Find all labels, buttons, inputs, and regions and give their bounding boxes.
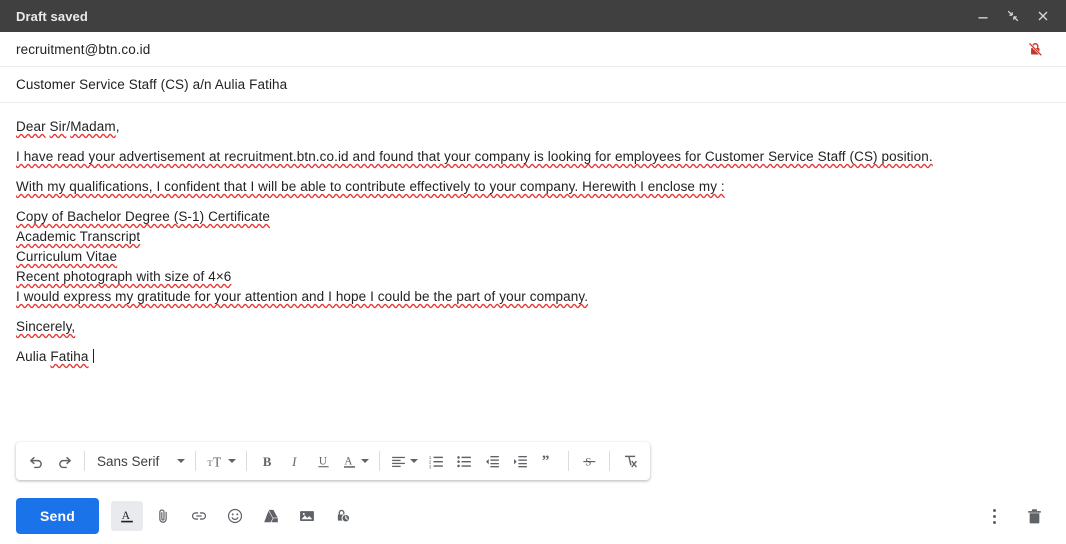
list-item: Copy of Bachelor Degree (S-1) Certificat… — [16, 209, 270, 224]
compose-action-bar: Send A — [0, 488, 1066, 544]
body-paragraph-1: I have read your advertisement at recrui… — [16, 149, 933, 164]
action-bar-right — [985, 501, 1050, 531]
draft-status-label: Draft saved — [16, 8, 88, 24]
dot — [993, 520, 996, 524]
strikethrough-button[interactable]: S — [575, 446, 603, 476]
body-signature: Aulia Fatiha — [16, 349, 89, 364]
list-item: I would express my gratitude for your at… — [16, 289, 589, 304]
compose-title-bar: Draft saved — [0, 0, 1066, 32]
list-item: Recent photograph with size of 4×6 — [16, 269, 232, 284]
undo-button[interactable] — [22, 446, 50, 476]
svg-text:T: T — [213, 454, 221, 469]
compose-window: Draft saved recruitment@btn.co.id Custom… — [0, 0, 1066, 544]
recipient-input[interactable]: recruitment@btn.co.id — [16, 42, 150, 57]
indent-less-button[interactable] — [478, 446, 506, 476]
svg-text:B: B — [263, 454, 272, 468]
subject-row[interactable]: Customer Service Staff (CS) a/n Aulia Fa… — [0, 67, 1066, 103]
close-button[interactable] — [1030, 3, 1056, 29]
indent-more-button[interactable] — [506, 446, 534, 476]
body-enclosure-list: Copy of Bachelor Degree (S-1) Certificat… — [16, 207, 1050, 307]
send-button[interactable]: Send — [16, 498, 100, 534]
confidential-off-icon[interactable] — [1026, 40, 1044, 58]
more-options-button[interactable] — [985, 505, 1004, 528]
svg-text:”: ” — [541, 453, 549, 470]
svg-text:A: A — [345, 455, 353, 467]
list-item: Curriculum Vitae — [16, 249, 118, 264]
toolbar-divider — [246, 451, 248, 471]
svg-text:I: I — [291, 454, 297, 468]
chevron-down-icon — [228, 459, 237, 463]
body-salutation: Dear Sir/Madam, — [16, 119, 120, 134]
remove-formatting-button[interactable] — [616, 446, 644, 476]
underline-button[interactable]: U — [309, 446, 337, 476]
insert-photo-button[interactable] — [291, 501, 323, 531]
body-paragraph-2: With my qualifications, I confident that… — [16, 179, 725, 194]
bold-button[interactable]: B — [253, 446, 281, 476]
toolbar-divider — [195, 451, 197, 471]
formatting-toolbar: Sans Serif T T B I U A 1 2 3 ” S — [16, 442, 651, 480]
chevron-down-icon — [361, 459, 370, 463]
text-cursor — [92, 349, 94, 363]
align-button[interactable] — [386, 446, 422, 476]
discard-draft-button[interactable] — [1018, 501, 1050, 531]
svg-text:A: A — [122, 509, 131, 522]
toolbar-divider — [379, 451, 381, 471]
italic-button[interactable]: I — [281, 446, 309, 476]
compose-tool-icons: A — [111, 501, 359, 531]
bulleted-list-button[interactable] — [450, 446, 478, 476]
text-size-button[interactable]: T T — [202, 446, 240, 476]
minimize-button[interactable] — [970, 3, 996, 29]
confidential-mode-button[interactable] — [327, 501, 359, 531]
text-color-button[interactable]: A — [337, 446, 373, 476]
list-item: Academic Transcript — [16, 229, 141, 244]
font-family-label: Sans Serif — [97, 453, 160, 469]
svg-text:3: 3 — [429, 464, 432, 469]
dot — [993, 514, 996, 518]
insert-link-button[interactable] — [183, 501, 215, 531]
body-signature-line: Aulia Fatiha — [16, 347, 1050, 367]
recipient-row[interactable]: recruitment@btn.co.id — [0, 32, 1066, 67]
insert-emoji-button[interactable] — [219, 501, 251, 531]
toolbar-divider — [84, 451, 85, 471]
google-drive-icon[interactable] — [255, 501, 287, 531]
font-family-select[interactable]: Sans Serif — [91, 446, 189, 476]
toolbar-divider — [568, 451, 570, 471]
toolbar-divider — [609, 451, 611, 471]
chevron-down-icon — [177, 459, 186, 463]
body-closing: Sincerely, — [16, 319, 76, 334]
svg-text:U: U — [319, 455, 327, 467]
redo-button[interactable] — [50, 446, 78, 476]
exit-full-screen-button[interactable] — [1000, 3, 1026, 29]
quote-button[interactable]: ” — [534, 446, 562, 476]
chevron-down-icon — [410, 459, 419, 463]
formatting-options-button[interactable]: A — [111, 501, 144, 531]
dot — [993, 508, 996, 512]
attach-file-button[interactable] — [147, 501, 179, 531]
svg-text:S: S — [585, 456, 591, 468]
subject-input[interactable]: Customer Service Staff (CS) a/n Aulia Fa… — [16, 77, 287, 92]
window-controls — [970, 3, 1056, 29]
numbered-list-button[interactable]: 1 2 3 — [422, 446, 450, 476]
